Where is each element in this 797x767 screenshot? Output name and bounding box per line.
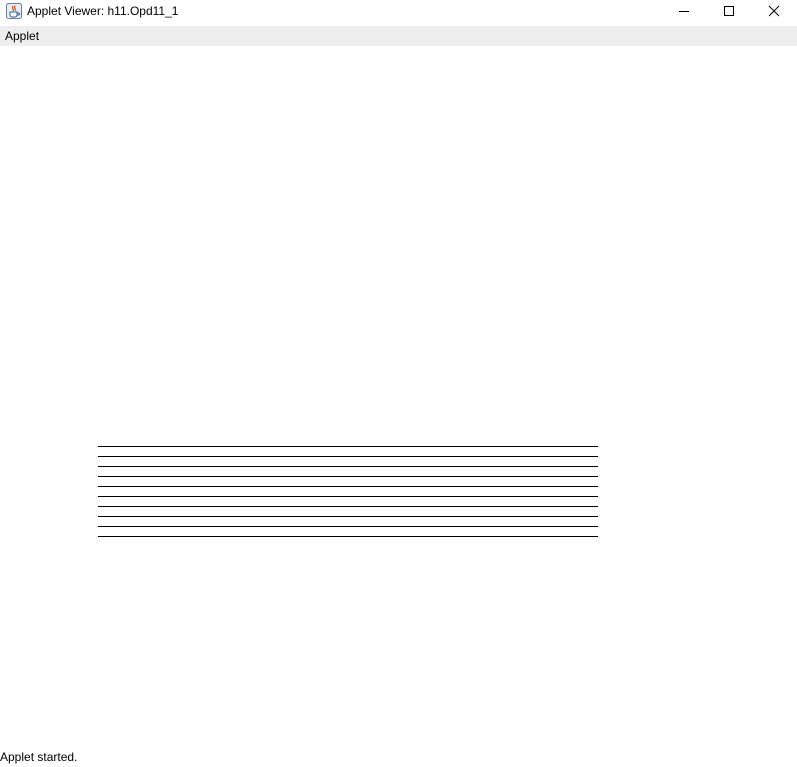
title-bar[interactable]: Applet Viewer: h11.Opd11_1: [0, 0, 797, 24]
menu-bar: Applet: [0, 26, 797, 46]
applet-drawing: [98, 446, 598, 537]
maximize-icon: [724, 6, 734, 16]
window-title: Applet Viewer: h11.Opd11_1: [27, 4, 179, 18]
close-button[interactable]: [751, 0, 797, 22]
status-bar: Applet started.: [0, 748, 797, 767]
close-icon: [768, 5, 780, 17]
menu-applet[interactable]: Applet: [0, 26, 44, 46]
status-text: Applet started.: [0, 750, 78, 764]
minimize-icon: [679, 11, 689, 12]
minimize-button[interactable]: [661, 0, 707, 22]
java-cup-icon: [6, 3, 22, 19]
maximize-button[interactable]: [706, 0, 752, 22]
applet-viewer-window: Applet Viewer: h11.Opd11_1 Applet Applet…: [0, 0, 797, 767]
applet-canvas[interactable]: [0, 46, 797, 746]
